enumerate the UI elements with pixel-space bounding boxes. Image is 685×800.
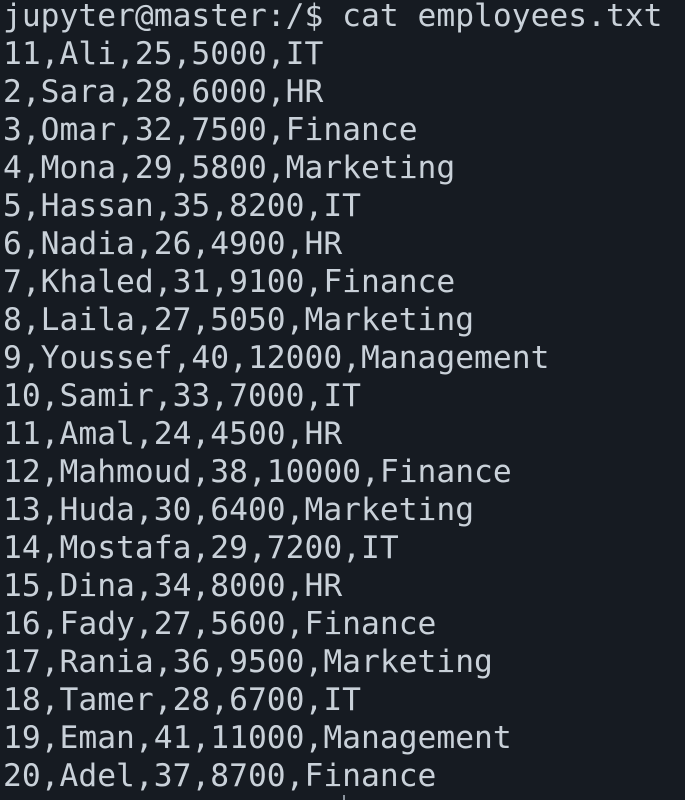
output-line: 17,Rania,36,9500,Marketing: [3, 644, 493, 680]
output-line: 12,Mahmoud,38,10000,Finance: [3, 454, 512, 490]
output-line: 5,Hassan,35,8200,IT: [3, 188, 362, 224]
output-line: 11,Amal,24,4500,HR: [3, 416, 343, 452]
command-prompt-line: jupyter@master:/$ cat employees.txt: [3, 0, 663, 34]
output-line: 18,Tamer,28,6700,IT: [3, 682, 362, 718]
output-line: 4,Mona,29,5800,Marketing: [3, 150, 456, 186]
output-line: 8,Laila,27,5050,Marketing: [3, 302, 475, 338]
text-cursor: [343, 795, 345, 800]
output-line: 7,Khaled,31,9100,Finance: [3, 264, 456, 300]
output-line: 3,Omar,32,7500,Finance: [3, 112, 418, 148]
output-line: 14,Mostafa,29,7200,IT: [3, 530, 399, 566]
output-line: 9,Youssef,40,12000,Management: [3, 340, 550, 376]
output-line: 20,Adel,37,8700,Finance: [3, 758, 437, 794]
output-line: 16,Fady,27,5600,Finance: [3, 606, 437, 642]
output-line: 15,Dina,34,8000,HR: [3, 568, 343, 604]
output-line: 13,Huda,30,6400,Marketing: [3, 492, 475, 528]
output-line: 6,Nadia,26,4900,HR: [3, 226, 343, 262]
output-line: 10,Samir,33,7000,IT: [3, 378, 362, 414]
output-line: 19,Eman,41,11000,Management: [3, 720, 512, 756]
output-line: 2,Sara,28,6000,HR: [3, 74, 324, 110]
output-line: 11,Ali,25,5000,IT: [3, 36, 324, 72]
terminal-window[interactable]: jupyter@master:/$ cat employees.txt 11,A…: [0, 0, 685, 800]
